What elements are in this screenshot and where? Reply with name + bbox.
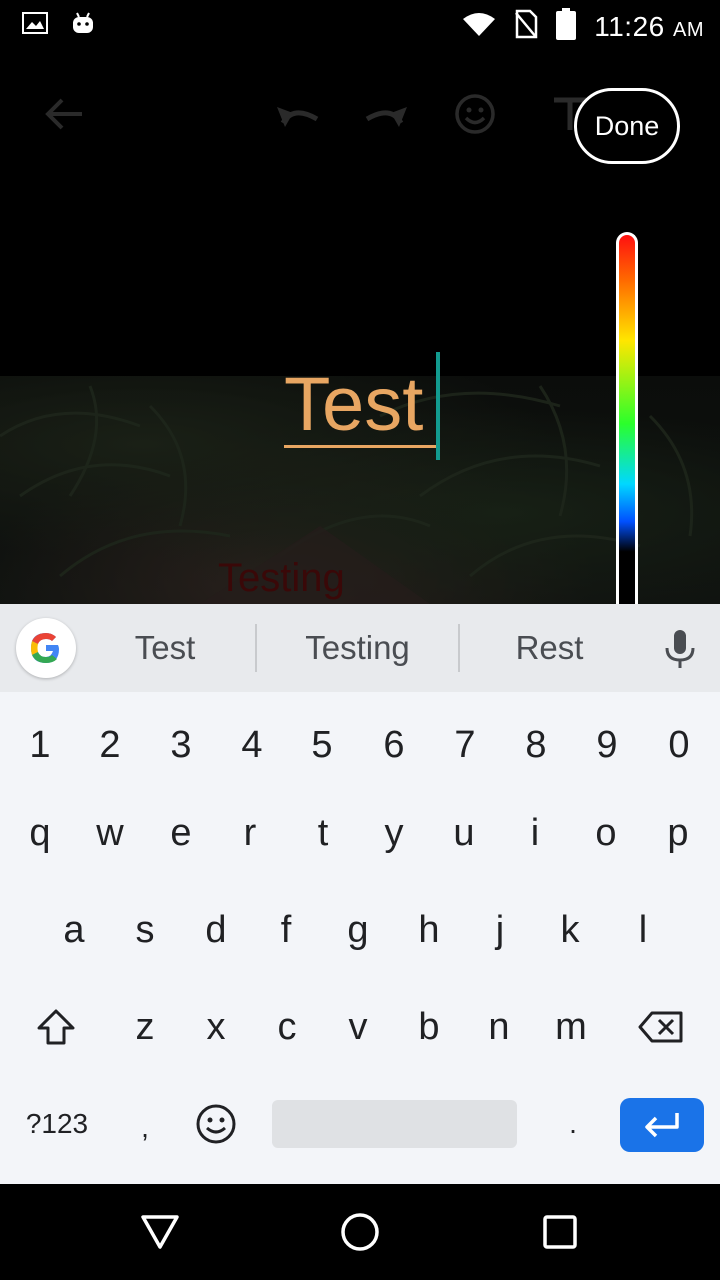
key-y[interactable]: y [359, 793, 429, 873]
key-j[interactable]: j [465, 890, 535, 970]
no-sim-icon [514, 9, 538, 44]
period-key[interactable]: . [538, 1084, 608, 1164]
suggestion-divider [458, 624, 460, 672]
battery-icon [556, 8, 577, 45]
enter-icon [645, 1113, 679, 1138]
key-m[interactable]: m [536, 987, 606, 1067]
emoji-icon [196, 1104, 236, 1144]
enter-key[interactable] [620, 1098, 704, 1152]
editing-text[interactable]: Test [284, 362, 423, 448]
key-u[interactable]: u [429, 793, 499, 873]
keyboard: Test Testing Rest 1 2 3 4 5 6 7 8 9 0 q … [0, 604, 720, 1184]
key-c[interactable]: c [252, 987, 322, 1067]
recents-square-icon[interactable] [536, 1208, 584, 1256]
backspace-key[interactable] [626, 987, 696, 1067]
key-t[interactable]: t [288, 793, 358, 873]
key-e[interactable]: e [146, 793, 216, 873]
key-q[interactable]: q [5, 793, 75, 873]
home-circle-icon[interactable] [336, 1208, 384, 1256]
key-1[interactable]: 1 [5, 705, 75, 785]
key-i[interactable]: i [500, 793, 570, 873]
key-0[interactable]: 0 [644, 705, 714, 785]
key-v[interactable]: v [323, 987, 393, 1067]
suggestion-2[interactable]: Testing [260, 604, 455, 692]
emoji-icon[interactable] [451, 90, 499, 138]
suggestion-3[interactable]: Rest [462, 604, 637, 692]
status-time: 11:26 AM [594, 10, 704, 42]
undo-icon[interactable] [274, 90, 322, 138]
android-icon [70, 10, 96, 41]
key-8[interactable]: 8 [501, 705, 571, 785]
gallery-icon [22, 12, 48, 39]
existing-text-layer[interactable]: Testing [218, 556, 345, 601]
key-3[interactable]: 3 [146, 705, 216, 785]
key-a[interactable]: a [39, 890, 109, 970]
key-6[interactable]: 6 [359, 705, 429, 785]
key-n[interactable]: n [464, 987, 534, 1067]
key-s[interactable]: s [110, 890, 180, 970]
key-5[interactable]: 5 [287, 705, 357, 785]
key-7[interactable]: 7 [430, 705, 500, 785]
key-w[interactable]: w [75, 793, 145, 873]
key-l[interactable]: l [608, 890, 678, 970]
shift-icon [37, 1009, 75, 1045]
done-button[interactable]: Done [574, 88, 680, 164]
text-cursor [436, 352, 440, 460]
key-4[interactable]: 4 [217, 705, 287, 785]
suggestion-strip: Test Testing Rest [0, 604, 720, 692]
key-b[interactable]: b [394, 987, 464, 1067]
composing-underline [284, 445, 436, 448]
key-h[interactable]: h [394, 890, 464, 970]
shift-key[interactable] [21, 987, 91, 1067]
mic-icon[interactable] [662, 630, 698, 673]
emoji-key[interactable] [181, 1084, 251, 1164]
key-r[interactable]: r [215, 793, 285, 873]
back-triangle-icon[interactable] [136, 1208, 184, 1256]
key-z[interactable]: z [110, 987, 180, 1067]
key-x[interactable]: x [181, 987, 251, 1067]
key-k[interactable]: k [535, 890, 605, 970]
suggestion-1[interactable]: Test [80, 604, 250, 692]
symbols-key[interactable]: ?123 [12, 1084, 102, 1164]
key-p[interactable]: p [643, 793, 713, 873]
key-g[interactable]: g [323, 890, 393, 970]
key-d[interactable]: d [181, 890, 251, 970]
comma-key[interactable]: , [110, 1088, 180, 1168]
suggestion-divider [255, 624, 257, 672]
space-key[interactable] [272, 1100, 517, 1148]
navigation-bar [0, 1184, 720, 1280]
status-bar: 11:26 AM [0, 0, 720, 52]
redo-icon[interactable] [362, 90, 410, 138]
wifi-icon [462, 11, 496, 42]
back-arrow-icon[interactable] [40, 90, 88, 138]
key-9[interactable]: 9 [572, 705, 642, 785]
google-logo-icon[interactable] [16, 618, 76, 678]
color-picker-slider[interactable] [616, 232, 638, 612]
backspace-icon [638, 1011, 683, 1043]
key-f[interactable]: f [251, 890, 321, 970]
key-2[interactable]: 2 [75, 705, 145, 785]
key-o[interactable]: o [571, 793, 641, 873]
